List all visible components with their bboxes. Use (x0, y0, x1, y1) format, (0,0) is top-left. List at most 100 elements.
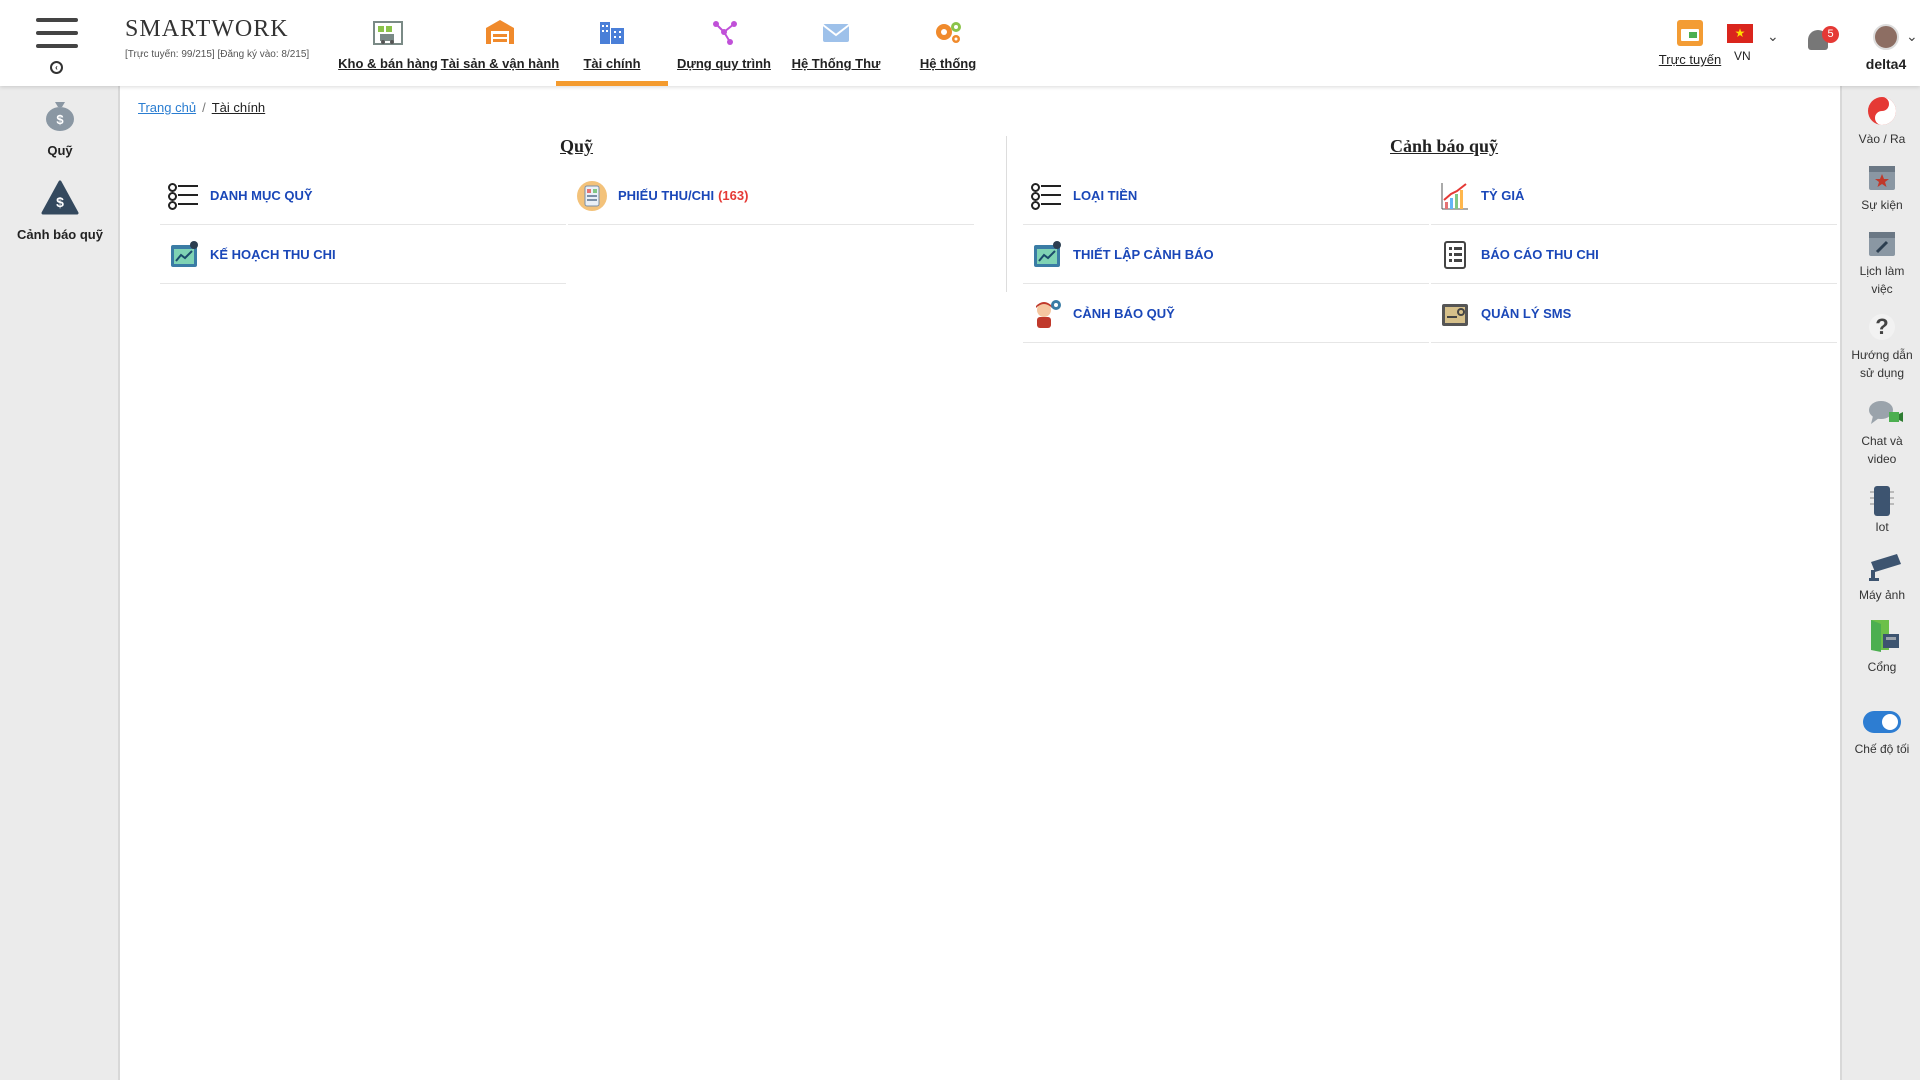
online-button[interactable]: Trực tuyến (1655, 20, 1725, 67)
module-mail-system[interactable]: Hệ Thống Thư (780, 0, 892, 86)
building-icon (596, 18, 628, 46)
sidebar-item-label: Chat và video (1861, 434, 1903, 466)
language-code: VN (1734, 49, 1751, 63)
sidebar-item-iot[interactable]: Iot (1842, 484, 1920, 536)
sidebar-item-label: Cổng (1867, 660, 1897, 674)
top-bar: ‹ SMARTWORK [Trực tuyến: 99/215] [Đăng k… (0, 0, 1920, 86)
sidebar-item-label: Sự kiện (1861, 198, 1903, 212)
sidebar-item-label: Máy ảnh (1858, 588, 1906, 602)
sidebar-item-checkin[interactable]: Vào / Ra (1842, 96, 1920, 148)
module-finance[interactable]: Tài chính (556, 0, 668, 86)
module-assets-operations[interactable]: Tài sản & vận hành (441, 0, 559, 86)
receipt-count: (163) (718, 187, 749, 203)
module-label: Dựng quy trình (677, 56, 771, 71)
list-icon (168, 180, 200, 210)
dark-mode-toggle-icon (1862, 706, 1902, 736)
sidebar-item-events[interactable]: Sự kiện (1842, 162, 1920, 214)
sidebar-item-user-guide[interactable]: ? Hướng dẫn sử dụng (1842, 312, 1920, 382)
svg-text:?: ? (1875, 314, 1888, 339)
tile-currency-type[interactable]: LOẠI TIỀN (1023, 166, 1429, 225)
tile-fund-catalog[interactable]: DANH MỤC QUỸ (160, 166, 566, 225)
module-label: Kho & bán hàng (338, 56, 438, 71)
help-icon: ? (1867, 312, 1897, 342)
online-calendar-icon (1677, 20, 1703, 46)
tile-label: THIẾT LẬP CẢNH BÁO (1073, 246, 1214, 262)
tile-alert-settings[interactable]: THIẾT LẬP CẢNH BÁO (1023, 225, 1429, 284)
module-system[interactable]: Hệ thống (892, 0, 1004, 86)
online-stats: [Trực tuyến: 99/215] [Đăng ký vào: 8/215… (125, 49, 310, 60)
sidebar-item-camera[interactable]: Máy ảnh (1842, 552, 1920, 604)
tile-income-expense-plan[interactable]: KẾ HOẠCH THU CHI (160, 225, 566, 284)
brand: SMARTWORK [Trực tuyến: 99/215] [Đăng ký … (125, 16, 309, 60)
dark-mode-toggle[interactable]: Chế độ tối (1842, 706, 1920, 758)
sidebar-item-label: Iot (1875, 520, 1889, 534)
tile-label: TỶ GIÁ (1481, 187, 1525, 203)
language-selector[interactable]: ★ VN ⌄ (1727, 24, 1787, 63)
sidebar-item-chat-video[interactable]: Chat và video (1842, 398, 1920, 468)
gears-icon (932, 18, 964, 46)
report-icon (1439, 239, 1471, 269)
user-menu[interactable]: delta4 ⌄ (1856, 24, 1918, 72)
warehouse-icon (372, 18, 404, 46)
tile-label: QUẢN LÝ SMS (1481, 305, 1572, 321)
tile-exchange-rate[interactable]: TỶ GIÁ (1431, 166, 1837, 225)
breadcrumb-home-link[interactable]: Trang chủ (138, 100, 196, 115)
event-calendar-icon (1867, 162, 1897, 192)
yin-yang-icon (1867, 96, 1897, 126)
tile-label: BÁO CÁO THU CHI (1481, 246, 1599, 262)
module-warehouse-sales[interactable]: Kho & bán hàng (332, 0, 444, 86)
online-label: Trực tuyến (1658, 52, 1722, 67)
tile-label: LOẠI TIỀN (1073, 187, 1138, 203)
sidebar-item-fund-warning[interactable]: $ Cảnh báo quỹ (0, 180, 120, 242)
sidebar-item-label: Hướng dẫn sử dụng (1851, 348, 1913, 380)
menu-hamburger-icon[interactable] (36, 18, 78, 52)
username: delta4 (1865, 56, 1907, 72)
work-calendar-icon (1867, 228, 1897, 258)
gate-icon (1867, 616, 1899, 654)
workflow-icon (708, 18, 740, 46)
chat-video-icon (1867, 398, 1903, 428)
alert-settings-icon (1031, 239, 1063, 269)
collapse-circle-icon[interactable]: ‹ (50, 61, 63, 74)
tile-fund-alert[interactable]: CẢNH BÁO QUỸ (1023, 284, 1429, 343)
tile-income-expense-report[interactable]: BÁO CÁO THU CHI (1431, 225, 1837, 284)
fund-warning-panel-title: Cảnh báo quỹ (1390, 136, 1499, 156)
fund-alert-icon (1031, 298, 1063, 328)
sidebar-item-fund[interactable]: $ Quỹ (0, 96, 120, 158)
tile-label: CẢNH BÁO QUỸ (1073, 305, 1175, 321)
camera-icon (1867, 552, 1901, 582)
tile-receipt-payment[interactable]: PHIẾU THU/CHI (163) (568, 166, 974, 225)
svg-text:$: $ (56, 112, 64, 127)
module-label: Hệ Thống Thư (791, 56, 881, 71)
mail-icon (820, 18, 852, 46)
sidebar-item-label: Vào / Ra (1858, 132, 1906, 146)
tile-sms-management[interactable]: QUẢN LÝ SMS (1431, 284, 1837, 343)
breadcrumb-separator: / (202, 100, 206, 115)
sidebar-item-gate[interactable]: Cổng (1842, 616, 1920, 676)
exchange-rate-chart-icon (1439, 180, 1471, 210)
panel-divider (1006, 136, 1007, 292)
sidebar-item-work-schedule[interactable]: Lịch làm việc (1842, 228, 1920, 298)
receipt-icon (576, 180, 608, 211)
fund-panel-title: Quỹ (560, 136, 594, 156)
chevron-down-icon: ⌄ (1767, 28, 1779, 44)
list-icon (1031, 180, 1063, 210)
module-workflow-builder[interactable]: Dựng quy trình (668, 0, 780, 86)
notification-bell-icon[interactable]: 5 (1805, 26, 1839, 56)
money-warning-icon: $ (41, 180, 79, 215)
brand-name: SMARTWORK (125, 16, 289, 42)
module-label: Tài chính (583, 56, 641, 71)
vietnam-flag-icon: ★ (1727, 24, 1753, 43)
iot-icon (1867, 484, 1897, 516)
tile-label: KẾ HOẠCH THU CHI (210, 246, 336, 262)
sidebar-item-label: Chế độ tối (1854, 742, 1910, 756)
right-sidebar: Vào / Ra Sự kiện Lịch làm việc ? Hướng d… (1840, 86, 1920, 1080)
svg-text:$: $ (56, 194, 64, 210)
tile-label: DANH MỤC QUỸ (210, 187, 313, 203)
chevron-down-icon: ⌄ (1906, 28, 1918, 44)
sidebar-item-label: Cảnh báo quỹ (17, 227, 103, 242)
module-nav: Kho & bán hàng Tài sản & vận hành Tài ch… (332, 0, 1004, 86)
tile-label: PHIẾU THU/CHI (618, 187, 715, 203)
sms-manage-icon (1439, 298, 1471, 328)
plan-icon (168, 239, 200, 269)
